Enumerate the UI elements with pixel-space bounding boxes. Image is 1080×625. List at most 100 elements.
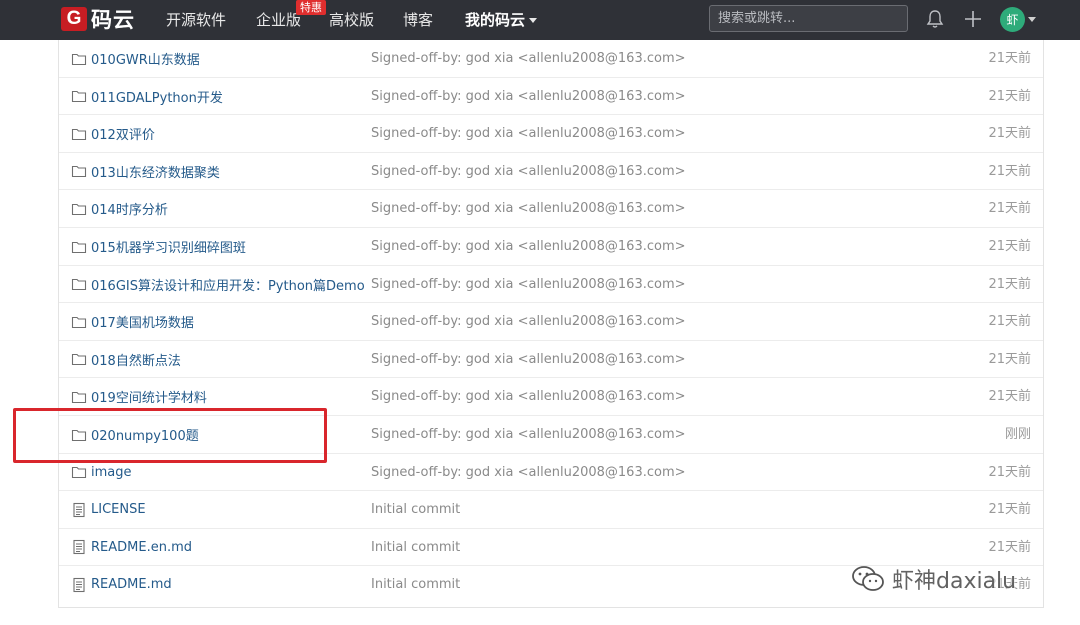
nav-open-source-label: 开源软件 — [166, 11, 227, 29]
nav-enterprise[interactable]: 企业版 特惠 — [256, 0, 326, 40]
commit-message[interactable]: Signed-off-by: god xia <allenlu2008@163.… — [371, 78, 686, 115]
nav-university-label: 高校版 — [329, 11, 375, 29]
gitee-logo[interactable]: G 码云 — [61, 6, 135, 32]
folder-link[interactable]: 013山东经济数据聚类 — [71, 153, 371, 190]
folder-link[interactable]: 011GDALPython开发 — [71, 78, 371, 115]
logo-mark: G — [61, 7, 87, 31]
table-row[interactable]: 018自然断点法 Signed-off-by: god xia <allenlu2… — [59, 341, 1043, 379]
annotation-highlight-box — [13, 408, 327, 463]
nav-enterprise-label: 企业版 — [256, 11, 302, 29]
watermark-text: 虾神daxialu — [892, 569, 1017, 594]
entry-name: 016GIS算法设计和应用开发：Python篇Demo — [91, 278, 365, 294]
table-row[interactable]: 016GIS算法设计和应用开发：Python篇Demo Signed-off-by… — [59, 266, 1043, 304]
nav-university[interactable]: 高校版 — [329, 0, 374, 40]
search-input[interactable] — [709, 5, 908, 32]
nav-my-gitee-label: 我的码云 — [465, 11, 526, 29]
commit-time: 21天前 — [988, 239, 1031, 254]
top-navbar: G 码云 开源软件 企业版 特惠 高校版 博客 我的码云 虾 — [0, 0, 1080, 40]
commit-message[interactable]: Signed-off-by: god xia <allenlu2008@163.… — [371, 190, 686, 227]
table-row[interactable]: 017美国机场数据 Signed-off-by: god xia <allenlu… — [59, 303, 1043, 341]
file-icon — [71, 539, 87, 555]
avatar[interactable]: 虾 — [1000, 7, 1025, 32]
folder-icon — [71, 314, 87, 330]
folder-icon — [71, 351, 87, 367]
logo-text: 码云 — [91, 8, 135, 32]
commit-message[interactable]: Signed-off-by: god xia <allenlu2008@163.… — [371, 40, 686, 77]
file-icon — [71, 502, 87, 518]
folder-icon — [71, 163, 87, 179]
folder-link[interactable]: 016GIS算法设计和应用开发：Python篇Demo — [71, 266, 371, 303]
commit-message[interactable]: Initial commit — [371, 491, 460, 528]
table-row[interactable]: 013山东经济数据聚类 Signed-off-by: god xia <allen… — [59, 153, 1043, 191]
folder-link[interactable]: 017美国机场数据 — [71, 303, 371, 340]
avatar-chevron-down-icon[interactable] — [1028, 17, 1036, 22]
commit-message[interactable]: Signed-off-by: god xia <allenlu2008@163.… — [371, 416, 686, 453]
folder-link[interactable]: 012双评价 — [71, 115, 371, 152]
entry-name: README.en.md — [91, 539, 192, 555]
watermark: 虾神daxialu — [850, 562, 1016, 596]
entry-name: 017美国机场数据 — [91, 316, 194, 332]
repo-file-list: 010GWR山东数据 Signed-off-by: god xia <allenl… — [58, 40, 1044, 608]
commit-message[interactable]: Signed-off-by: god xia <allenlu2008@163.… — [371, 115, 686, 152]
folder-icon — [71, 201, 87, 217]
folder-link[interactable]: 010GWR山东数据 — [71, 40, 371, 77]
entry-name: 019空间统计学材料 — [91, 391, 207, 407]
folder-icon — [71, 51, 87, 67]
table-row[interactable]: 015机器学习识别细碎图斑 Signed-off-by: god xia <all… — [59, 228, 1043, 266]
nav-blog-label: 博客 — [403, 11, 434, 29]
commit-time: 21天前 — [988, 201, 1031, 217]
commit-time: 21天前 — [988, 351, 1031, 367]
commit-message[interactable]: Signed-off-by: god xia <allenlu2008@163.… — [371, 228, 686, 265]
commit-message[interactable]: Signed-off-by: god xia <allenlu2008@163.… — [371, 454, 686, 491]
wechat-icon — [852, 566, 884, 591]
commit-message[interactable]: Initial commit — [371, 566, 460, 603]
table-row[interactable]: README.en.md Initial commit 21天前 — [59, 529, 1043, 567]
table-row[interactable]: 010GWR山东数据 Signed-off-by: god xia <allenl… — [59, 40, 1043, 78]
chevron-down-icon — [529, 18, 538, 23]
promo-badge: 特惠 — [296, 0, 326, 15]
commit-message[interactable]: Initial commit — [371, 529, 460, 566]
table-row[interactable]: 011GDALPython开发 Signed-off-by: god xia <a… — [59, 78, 1043, 116]
nav-open-source[interactable]: 开源软件 — [166, 0, 226, 40]
commit-time: 21天前 — [988, 389, 1031, 405]
file-link[interactable]: README.en.md — [71, 529, 371, 566]
commit-time: 21天前 — [988, 539, 1031, 555]
commit-message[interactable]: Signed-off-by: god xia <allenlu2008@163.… — [371, 303, 686, 340]
commit-time: 21天前 — [988, 502, 1031, 518]
table-row[interactable]: 012双评价 Signed-off-by: god xia <allenlu200… — [59, 115, 1043, 153]
entry-name: 011GDALPython开发 — [91, 90, 223, 106]
folder-icon — [71, 276, 87, 292]
folder-icon — [71, 88, 87, 104]
commit-time: 21天前 — [988, 51, 1031, 66]
entry-name: 015机器学习识别细碎图斑 — [91, 241, 246, 256]
file-icon — [71, 577, 87, 593]
file-link[interactable]: LICENSE — [71, 491, 371, 528]
entry-name: image — [91, 464, 132, 480]
table-row[interactable]: 014时序分析 Signed-off-by: god xia <allenlu20… — [59, 190, 1043, 228]
folder-link[interactable]: 018自然断点法 — [71, 341, 371, 378]
nav-my-gitee[interactable]: 我的码云 — [465, 0, 538, 40]
nav-blog[interactable]: 博客 — [403, 0, 433, 40]
commit-time: 21天前 — [988, 88, 1031, 104]
entry-name: 018自然断点法 — [91, 353, 181, 369]
commit-message[interactable]: Signed-off-by: god xia <allenlu2008@163.… — [371, 378, 686, 415]
plus-icon[interactable] — [962, 8, 984, 30]
folder-icon — [71, 389, 87, 405]
folder-link[interactable]: 015机器学习识别细碎图斑 — [71, 228, 371, 265]
commit-message[interactable]: Signed-off-by: god xia <allenlu2008@163.… — [371, 341, 686, 378]
commit-time: 21天前 — [988, 126, 1031, 142]
commit-message[interactable]: Signed-off-by: god xia <allenlu2008@163.… — [371, 153, 686, 190]
entry-name: 013山东经济数据聚类 — [91, 165, 220, 181]
commit-time: 21天前 — [988, 276, 1031, 292]
folder-icon — [71, 239, 87, 255]
table-row[interactable]: LICENSE Initial commit 21天前 — [59, 491, 1043, 529]
folder-link[interactable]: 014时序分析 — [71, 190, 371, 227]
commit-message[interactable]: Signed-off-by: god xia <allenlu2008@163.… — [371, 266, 686, 303]
file-link[interactable]: README.md — [71, 566, 371, 603]
commit-time: 21天前 — [988, 163, 1031, 179]
bell-icon[interactable] — [924, 8, 946, 30]
entry-name: LICENSE — [91, 502, 146, 518]
entry-name: README.md — [91, 577, 172, 593]
entry-name: 014时序分析 — [91, 203, 168, 219]
folder-icon — [71, 464, 87, 480]
